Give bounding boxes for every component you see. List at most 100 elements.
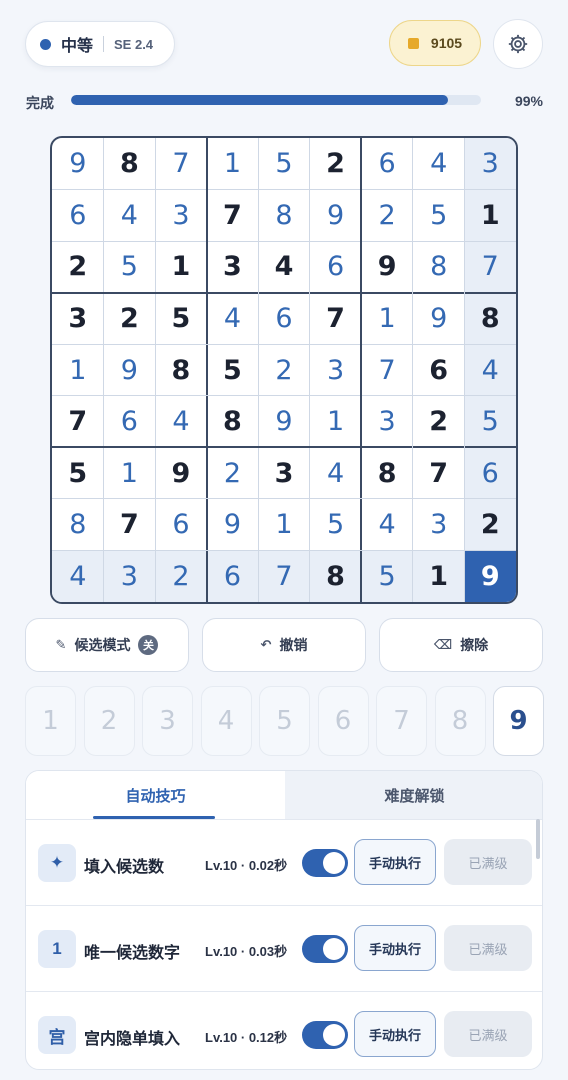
sudoku-cell[interactable]: 7 [361, 344, 413, 396]
sudoku-cell[interactable]: 5 [413, 190, 465, 242]
sudoku-cell[interactable]: 3 [310, 344, 362, 396]
sudoku-cell[interactable]: 3 [52, 293, 104, 345]
sudoku-cell[interactable]: 4 [258, 241, 310, 293]
sudoku-cell[interactable]: 9 [155, 447, 207, 499]
sudoku-cell[interactable]: 8 [464, 292, 516, 345]
sudoku-cell[interactable]: 6 [413, 344, 465, 396]
sudoku-cell[interactable]: 8 [361, 447, 413, 499]
sudoku-cell[interactable]: 5 [104, 241, 156, 293]
sudoku-cell[interactable]: 4 [361, 499, 413, 551]
erase-button[interactable]: ⌫ 擦除 [379, 618, 543, 672]
sudoku-cell[interactable]: 9 [207, 499, 259, 551]
number-key[interactable]: 2 [83, 686, 135, 756]
sudoku-cell[interactable]: 9 [258, 396, 310, 448]
number-key[interactable]: 8 [434, 686, 486, 756]
sudoku-cell[interactable]: 3 [361, 396, 413, 448]
sudoku-cell[interactable]: 9 [310, 190, 362, 242]
sudoku-cell[interactable]: 5 [258, 138, 310, 190]
number-key[interactable]: 3 [142, 686, 193, 756]
sudoku-cell[interactable]: 1 [361, 293, 413, 345]
sudoku-cell[interactable]: 6 [361, 138, 413, 190]
sudoku-cell[interactable]: 4 [207, 293, 259, 345]
sudoku-cell[interactable]: 7 [104, 499, 156, 551]
sudoku-cell[interactable]: 2 [52, 241, 104, 293]
sudoku-cell[interactable]: 6 [258, 293, 310, 345]
sudoku-cell[interactable]: 4 [464, 344, 516, 396]
skill-toggle[interactable] [302, 935, 348, 963]
sudoku-cell[interactable]: 9 [413, 293, 465, 345]
sudoku-cell[interactable]: 1 [258, 499, 310, 551]
sudoku-cell[interactable]: 7 [52, 396, 104, 448]
skill-toggle[interactable] [302, 849, 348, 877]
sudoku-cell[interactable]: 2 [155, 550, 207, 602]
sudoku-cell[interactable]: 5 [361, 550, 413, 602]
sudoku-cell[interactable]: 8 [52, 499, 104, 551]
sudoku-cell[interactable]: 5 [155, 293, 207, 345]
sudoku-cell[interactable]: 6 [52, 190, 104, 242]
sudoku-cell[interactable]: 7 [464, 241, 516, 293]
number-key[interactable]: 1 [25, 686, 76, 756]
sudoku-cell[interactable]: 1 [155, 241, 207, 293]
sudoku-cell[interactable]: 2 [207, 447, 259, 499]
sudoku-cell[interactable]: 2 [464, 498, 516, 551]
sudoku-cell[interactable]: 4 [155, 396, 207, 448]
sudoku-cell[interactable]: 5 [52, 447, 104, 499]
manual-run-button[interactable]: 手动执行 [354, 925, 436, 971]
sudoku-cell[interactable]: 4 [413, 138, 465, 190]
sudoku-cell[interactable]: 7 [207, 190, 259, 242]
sudoku-cell[interactable]: 8 [413, 241, 465, 293]
sudoku-cell[interactable]: 7 [258, 550, 310, 602]
sudoku-cell[interactable]: 4 [310, 447, 362, 499]
sudoku-cell[interactable]: 2 [104, 293, 156, 345]
sudoku-cell[interactable]: 8 [155, 344, 207, 396]
sudoku-cell[interactable]: 6 [155, 499, 207, 551]
sudoku-cell[interactable]: 2 [310, 138, 362, 190]
number-key[interactable]: 5 [259, 686, 310, 756]
sudoku-cell[interactable]: 9 [104, 344, 156, 396]
sudoku-cell[interactable]: 1 [310, 396, 362, 448]
sudoku-cell[interactable]: 1 [104, 447, 156, 499]
sudoku-cell[interactable]: 7 [155, 138, 207, 190]
sudoku-cell[interactable]: 6 [104, 396, 156, 448]
sudoku-cell[interactable]: 1 [464, 189, 516, 242]
sudoku-cell[interactable]: 3 [103, 550, 156, 602]
sudoku-cell[interactable]: 8 [258, 190, 310, 242]
sudoku-cell[interactable]: 3 [464, 138, 516, 190]
sudoku-cell[interactable]: 5 [310, 499, 362, 551]
sudoku-cell[interactable]: 2 [361, 190, 413, 242]
tab-difficulty-unlock[interactable]: 难度解锁 [285, 771, 542, 819]
sudoku-cell[interactable]: 2 [413, 396, 465, 448]
number-key[interactable]: 9 [493, 686, 544, 756]
sudoku-cell[interactable]: 9 [52, 138, 104, 190]
sudoku-cell[interactable]: 3 [258, 447, 310, 499]
sudoku-cell[interactable]: 5 [207, 344, 259, 396]
sudoku-cell[interactable]: 8 [309, 550, 362, 602]
sudoku-cell[interactable]: 8 [207, 396, 259, 448]
manual-run-button[interactable]: 手动执行 [354, 839, 436, 885]
sudoku-cell[interactable]: 9 [361, 241, 413, 293]
sudoku-cell[interactable]: 4 [104, 190, 156, 242]
number-key[interactable]: 6 [317, 686, 369, 756]
undo-button[interactable]: ↶ 撤销 [202, 618, 366, 672]
sudoku-cell[interactable]: 6 [464, 447, 516, 499]
number-key[interactable]: 4 [200, 686, 252, 756]
sudoku-cell[interactable]: 3 [413, 499, 465, 551]
sudoku-cell[interactable]: 7 [310, 293, 362, 345]
number-key[interactable]: 7 [376, 686, 427, 756]
skill-toggle[interactable] [302, 1021, 348, 1049]
sudoku-cell[interactable]: 8 [104, 138, 156, 190]
sudoku-cell[interactable]: 5 [464, 395, 516, 448]
sudoku-cell[interactable]: 1 [412, 550, 465, 602]
settings-button[interactable] [493, 19, 543, 69]
candidate-mode-button[interactable]: ✎ 候选模式 关 [25, 618, 189, 672]
sudoku-cell[interactable]: 7 [413, 447, 465, 499]
sudoku-cell[interactable]: 6 [206, 550, 259, 602]
sudoku-cell[interactable]: 1 [207, 138, 259, 190]
sudoku-cell[interactable]: 6 [310, 241, 362, 293]
tab-auto-skills[interactable]: 自动技巧 [26, 771, 285, 819]
difficulty-pill[interactable]: 中等 SE 2.4 [25, 21, 175, 67]
sudoku-cell[interactable]: 9 [464, 550, 516, 602]
coin-balance[interactable]: 9105 [389, 20, 481, 66]
sudoku-cell[interactable]: 2 [258, 344, 310, 396]
sudoku-cell[interactable]: 4 [52, 550, 104, 602]
